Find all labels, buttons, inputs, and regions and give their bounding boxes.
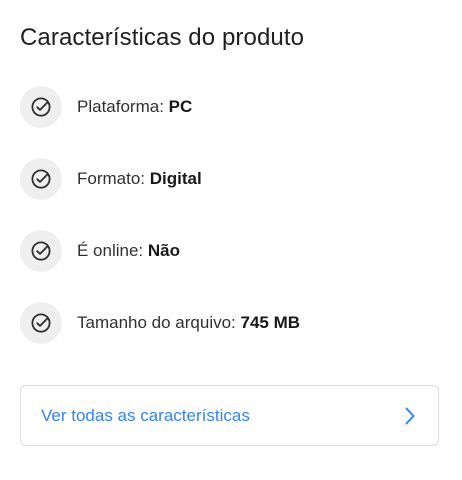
feature-label: Formato: — [77, 169, 146, 188]
feature-label: Tamanho do arquivo: — [77, 313, 236, 332]
see-all-features-button[interactable]: Ver todas as características — [20, 385, 439, 446]
check-circle-icon — [20, 158, 62, 200]
check-circle-icon — [20, 230, 62, 272]
feature-text: Formato: Digital — [77, 168, 202, 190]
feature-value: Não — [147, 241, 181, 260]
feature-format: Formato: Digital — [20, 158, 442, 200]
features-list: Plataforma: PC Formato: Digital É online… — [20, 86, 442, 374]
feature-text: É online: Não — [77, 240, 180, 262]
chevron-right-icon — [402, 406, 418, 426]
check-circle-icon — [20, 86, 62, 128]
feature-label: É online: — [77, 241, 144, 260]
feature-value: 745 MB — [240, 313, 301, 332]
feature-online: É online: Não — [20, 230, 442, 272]
feature-platform: Plataforma: PC — [20, 86, 442, 128]
see-all-label: Ver todas as características — [41, 405, 250, 425]
feature-value: PC — [168, 97, 193, 116]
feature-text: Plataforma: PC — [77, 96, 192, 118]
check-circle-icon — [20, 302, 62, 344]
feature-value: Digital — [149, 169, 202, 188]
feature-text: Tamanho do arquivo: 745 MB — [77, 312, 300, 334]
feature-label: Plataforma: — [77, 97, 164, 116]
feature-file-size: Tamanho do arquivo: 745 MB — [20, 302, 442, 344]
section-title: Características do produto — [20, 24, 305, 51]
